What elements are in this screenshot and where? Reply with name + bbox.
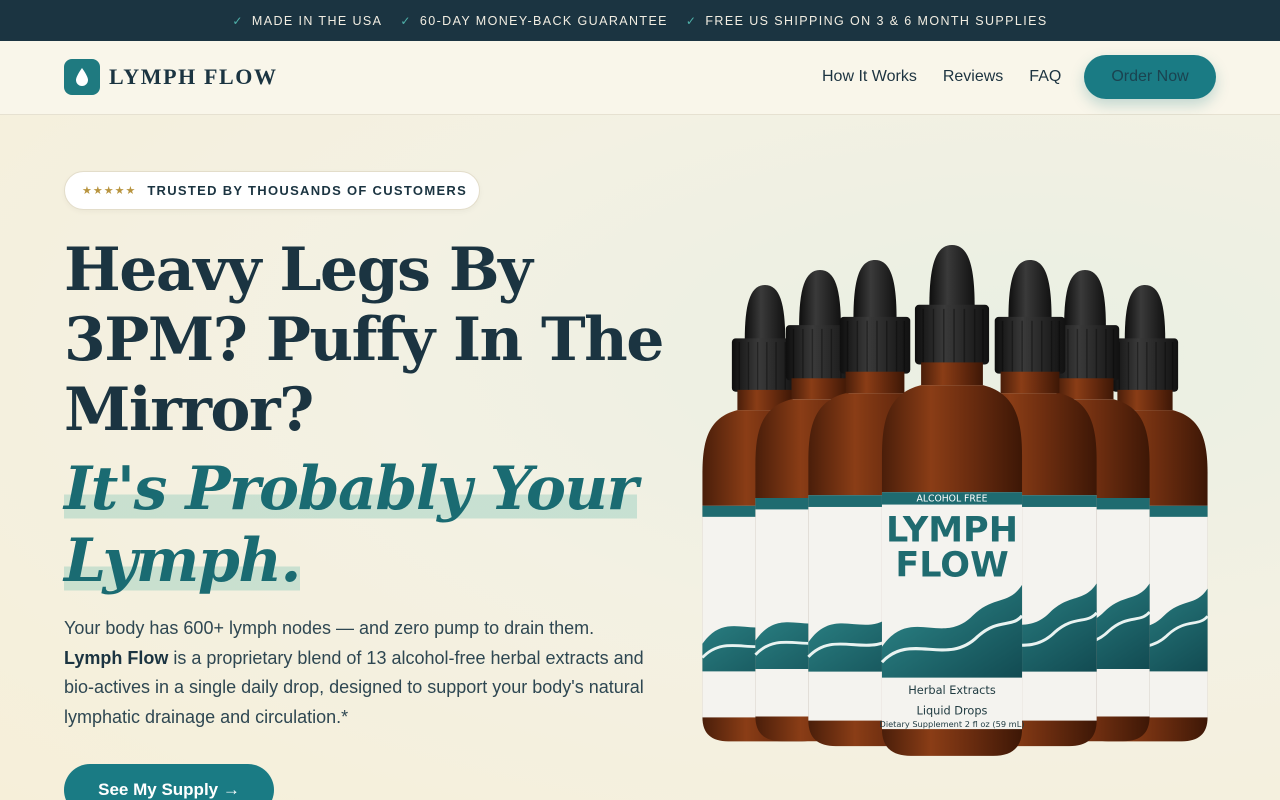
check-icon: ✓ [685,13,698,28]
nav-link-faq[interactable]: FAQ [1029,68,1061,86]
announcement-item: ✓ MADE IN THE USA [232,14,382,28]
logo-text: LYMPH FLOW [109,64,278,89]
announcement-item: ✓ FREE US SHIPPING ON 3 & 6 MONTH SUPPLI… [686,14,1048,28]
announcement-text: FREE US SHIPPING ON 3 & 6 MONTH SUPPLIES [705,13,1048,28]
highlighted-text: It's Probably Your [64,454,638,524]
highlighted-text: Lymph. [64,526,301,596]
droplet-icon [64,59,100,95]
hero-section: ★★★★★ TRUSTED BY THOUSANDS OF CUSTOMERS … [0,115,1280,800]
headline-line: 3PM? Puffy In The [64,305,664,375]
intro-text: Your body has 600+ lymph nodes — and zer… [64,618,595,638]
hero-headline-emphasis: It's Probably Your Lymph. [64,453,664,597]
announcement-text: 60-DAY MONEY-BACK GUARANTEE [419,13,668,28]
check-icon: ✓ [232,13,244,28]
nav-link-how-it-works[interactable]: How It Works [822,68,917,86]
order-now-button[interactable]: Order Now [1084,55,1216,99]
announcement-text: MADE IN THE USA [251,13,383,28]
hero-description: Your body has 600+ lymph nodes — and zer… [64,614,644,732]
check-icon: ✓ [400,13,412,28]
nav-link-reviews[interactable]: Reviews [943,68,1003,86]
logo[interactable]: LYMPH FLOW [64,59,278,95]
announcement-bar: ✓ MADE IN THE USA ✓ 60-DAY MONEY-BACK GU… [0,0,1280,41]
announcement-item: ✓ 60-DAY MONEY-BACK GUARANTEE [400,14,668,28]
label-brand-line2: FLOW [895,545,1008,586]
see-my-supply-button[interactable]: See My Supply → [64,764,274,800]
main-nav: How It Works Reviews FAQ [822,68,1061,86]
product-bottles-image: ALCOHOL FREE LYMPH FLOW Herbal Extracts … [701,245,1209,758]
hero-headline: Heavy Legs By 3PM? Puffy In The Mirror? [64,235,664,445]
headline-line: Heavy Legs By [64,235,533,305]
label-herbal-extracts: Herbal Extracts [908,683,996,697]
rating-stars-icon: ★★★★★ [82,185,137,197]
trust-text: TRUSTED BY THOUSANDS OF CUSTOMERS [147,183,468,198]
label-liquid-drops: Liquid Drops [917,704,988,718]
site-header: LYMPH FLOW How It Works Reviews FAQ Orde… [0,41,1280,115]
brand-name: Lymph Flow [64,647,169,668]
label-dietary-supplement: Dietary Supplement 2 fl oz (59 mL) [879,719,1024,729]
trust-badge: ★★★★★ TRUSTED BY THOUSANDS OF CUSTOMERS [64,171,480,210]
label-alcohol-free: ALCOHOL FREE [917,493,988,504]
headline-line: Mirror? [64,375,314,445]
